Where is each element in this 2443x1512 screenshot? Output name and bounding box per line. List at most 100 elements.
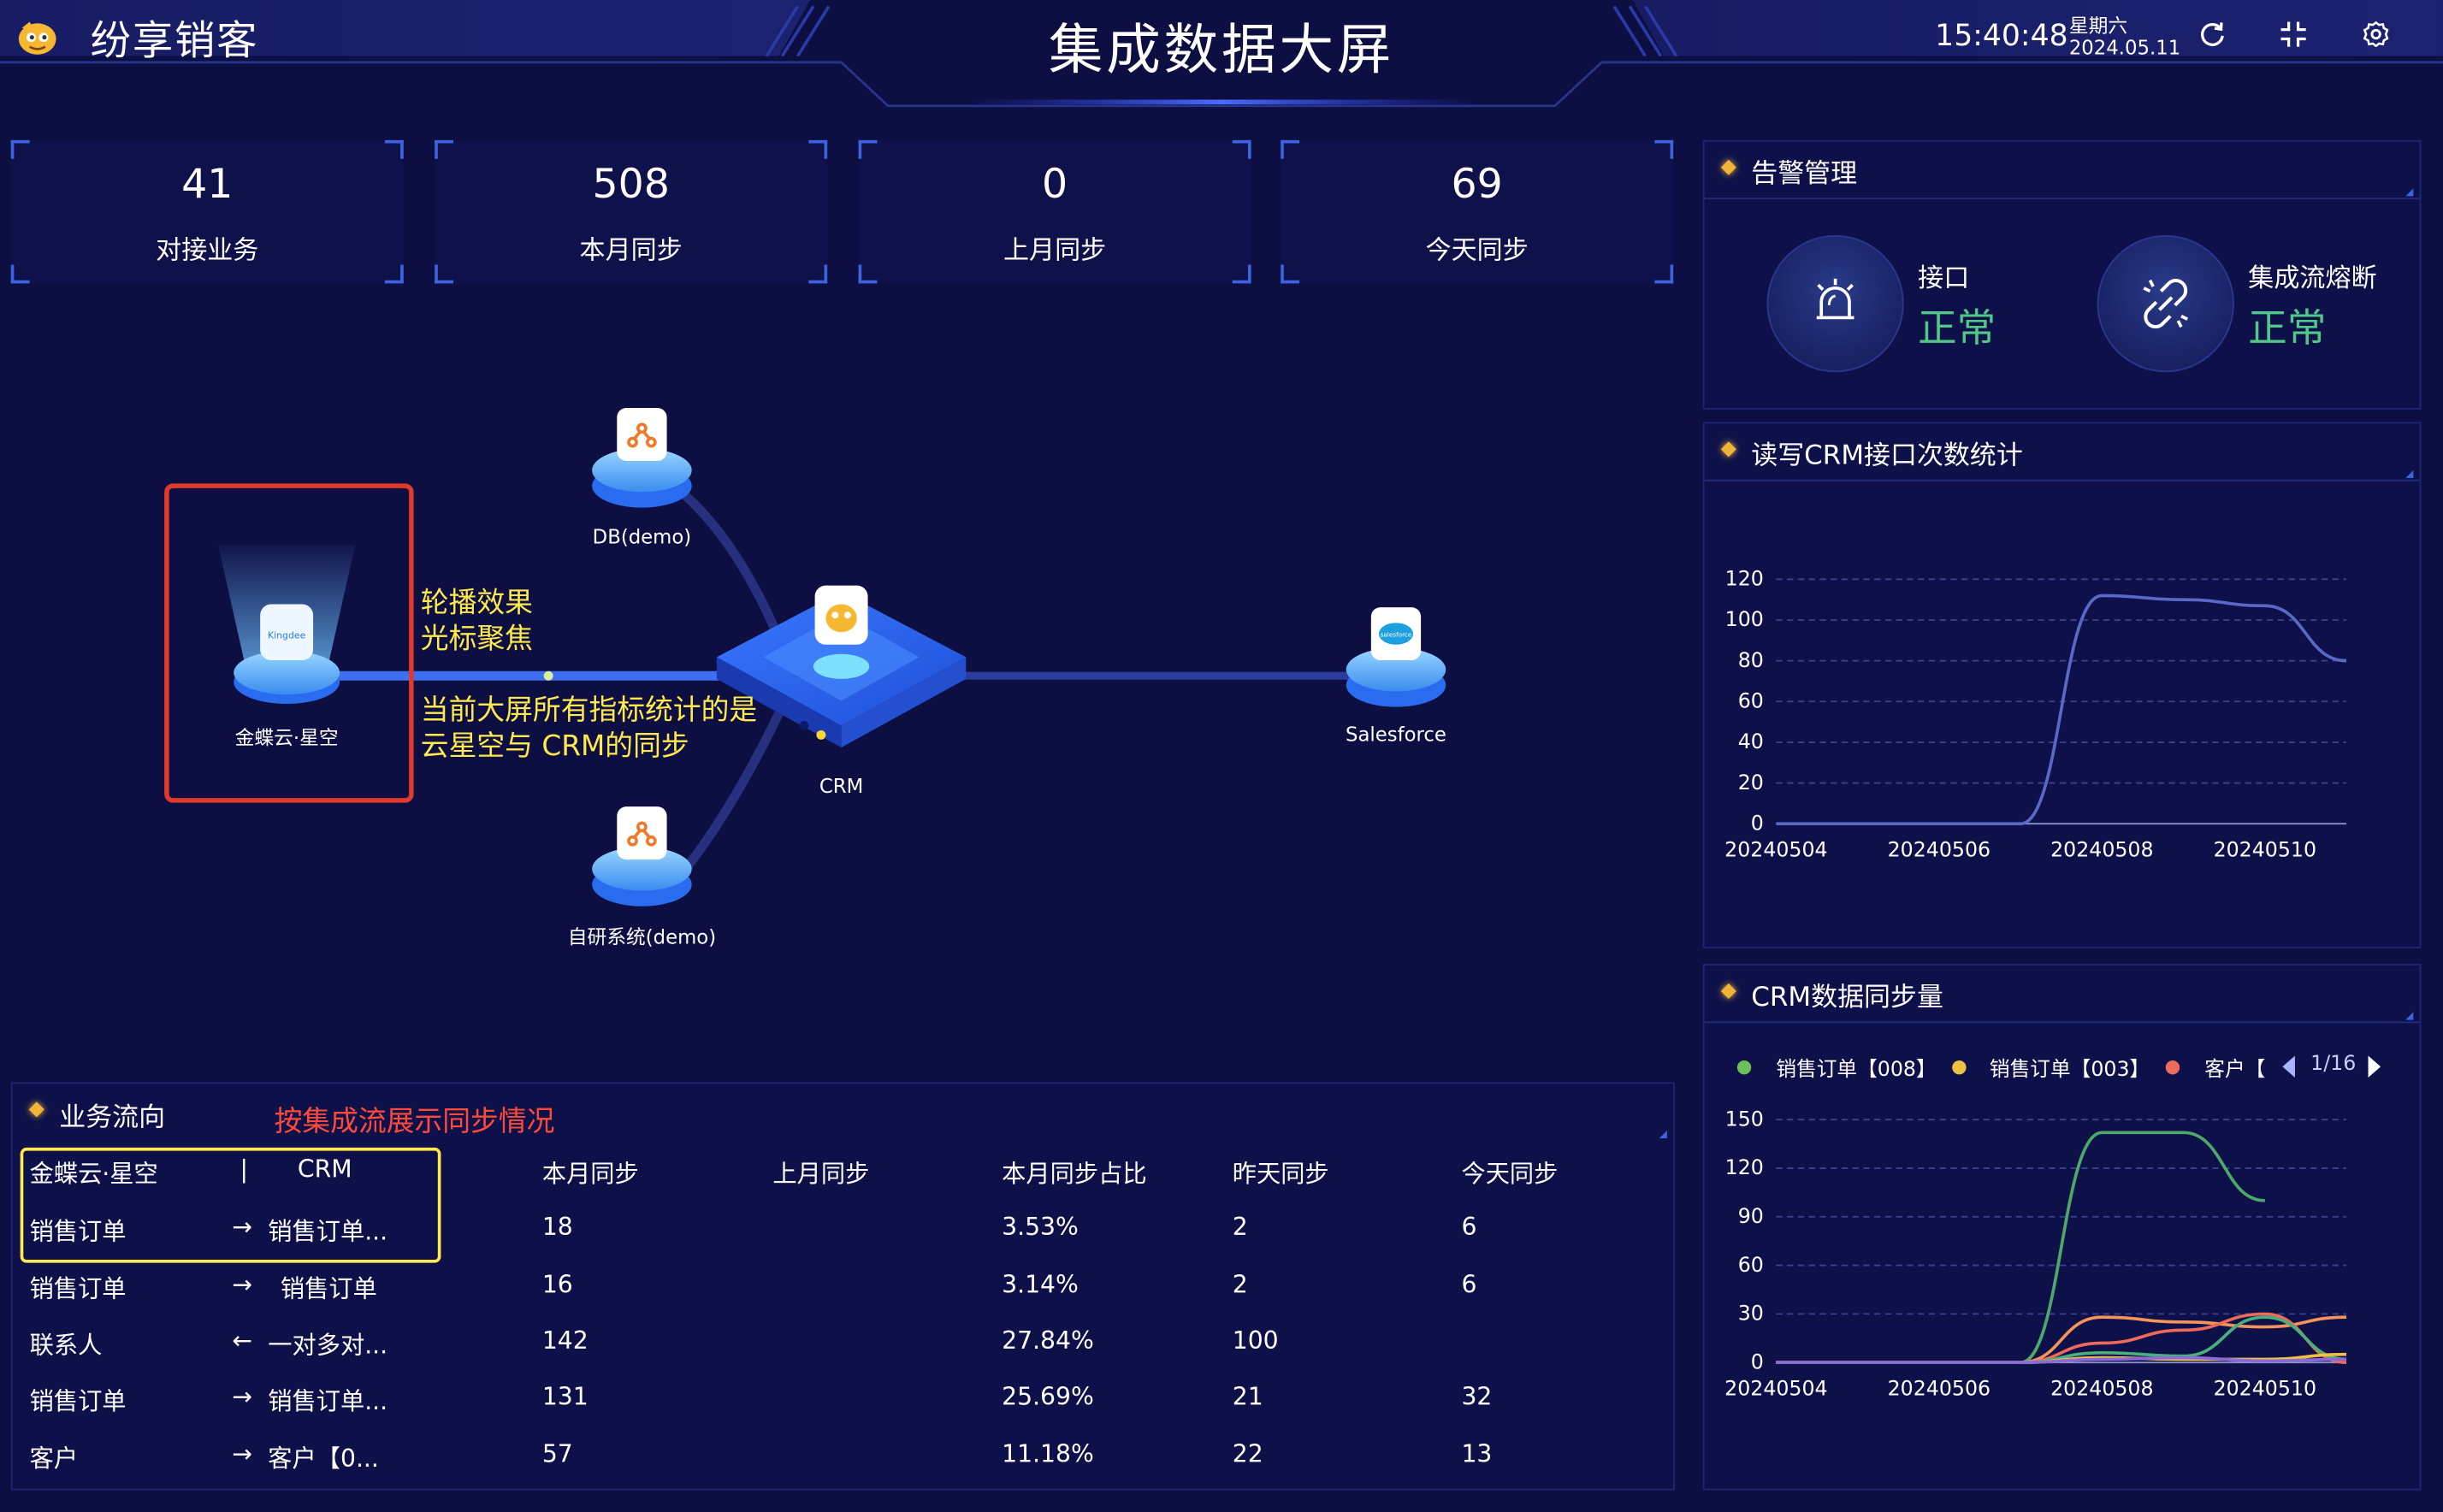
header-highlight-box	[20, 1147, 441, 1263]
row-direction: ←	[232, 1326, 253, 1355]
table-row[interactable]: 销售订单 → 销售订单... 131 25.69% 21 32	[13, 1383, 1674, 1430]
y-tick-label: 120	[1725, 1155, 1764, 1179]
crm-node-label: CRM	[819, 773, 864, 798]
row-month-sync: 131	[541, 1382, 589, 1411]
source-node-kingdee[interactable]: Kingdee	[217, 545, 356, 705]
stat-value: 69	[1451, 162, 1503, 209]
col-header-month-ratio: 本月同步占比	[1002, 1160, 1147, 1189]
row-today: 13	[1461, 1440, 1493, 1469]
link-db-crm	[666, 479, 784, 641]
fullscreen-exit-icon[interactable]	[2278, 19, 2309, 50]
row-ratio: 3.53%	[1002, 1213, 1079, 1242]
y-tick-label: 0	[1751, 811, 1764, 835]
row-month-sync: 18	[541, 1213, 573, 1242]
row-yesterday: 21	[1232, 1382, 1263, 1411]
x-tick-label: 20240504	[1724, 837, 1827, 861]
annotation-scope: 当前大屏所有指标统计的是 云星空与 CRM的同步	[420, 694, 758, 764]
y-tick-label: 60	[1738, 1253, 1764, 1277]
col-header-month-sync: 本月同步	[541, 1160, 639, 1189]
clock-time: 15:40:48	[1935, 18, 2068, 53]
x-tick-label: 20240510	[2214, 837, 2316, 861]
y-tick-label: 0	[1751, 1350, 1764, 1373]
db-node-label: DB(demo)	[592, 524, 692, 548]
business-flow-title: 业务流向	[59, 1102, 166, 1134]
y-tick-label: 60	[1738, 689, 1764, 713]
stat-card-month-sync: 508 本月同步	[435, 139, 828, 284]
business-flow-panel: 业务流向 按集成流展示同步情况 金蝶云·星空 | CRM 本月同步 上月同步 本…	[10, 1082, 1676, 1491]
svg-text:Kingdee: Kingdee	[268, 630, 306, 641]
series-line-0[interactable]	[1776, 1131, 2265, 1365]
salesforce-node-label: Salesforce	[1346, 722, 1446, 747]
settings-icon[interactable]	[2360, 19, 2391, 50]
row-today: 6	[1461, 1270, 1477, 1299]
interface-status: 正常	[1918, 304, 1996, 351]
row-ratio: 25.69%	[1002, 1382, 1094, 1411]
stat-card-today-sync: 69 今天同步	[1281, 139, 1674, 284]
inhouse-node-label: 自研系统(demo)	[567, 924, 717, 948]
circuit-breaker-status: 正常	[2248, 304, 2327, 351]
y-tick-label: 120	[1725, 567, 1764, 591]
row-today: 32	[1461, 1382, 1493, 1411]
interface-name: 接口	[1918, 263, 1970, 293]
row-yesterday: 2	[1232, 1270, 1248, 1299]
row-ratio: 11.18%	[1002, 1440, 1094, 1469]
db-node[interactable]	[592, 408, 692, 508]
col-header-today-sync: 今天同步	[1461, 1160, 1559, 1189]
series-line-0[interactable]	[1776, 594, 2347, 826]
table-row[interactable]: 销售订单 → 销售订单 16 3.14% 2 6	[13, 1271, 1674, 1318]
stat-label: 今天同步	[1425, 234, 1529, 265]
alarm-bell-icon	[1816, 278, 1854, 320]
col-header-yesterday-sync: 昨天同步	[1232, 1160, 1329, 1189]
inhouse-node[interactable]	[592, 806, 692, 907]
row-target: 客户【0...	[268, 1444, 379, 1474]
interface-status-badge[interactable]	[1766, 234, 1904, 373]
row-target: 销售订单	[280, 1275, 377, 1304]
x-tick-label: 20240506	[1888, 1376, 1990, 1400]
salesforce-node[interactable]: salesforce	[1346, 607, 1446, 707]
alarm-title: 告警管理	[1751, 158, 1858, 191]
circuit-breaker-status-badge[interactable]	[2097, 234, 2234, 373]
stat-card-last-month-sync: 0 上月同步	[858, 139, 1251, 284]
header-bar: 纷享销客 集成数据大屏 15:40:48 星期六 2024.05.11	[0, 0, 2443, 112]
row-direction: →	[232, 1382, 253, 1411]
x-tick-label: 20240508	[2050, 1376, 2153, 1400]
y-tick-label: 30	[1738, 1302, 1764, 1326]
row-direction: →	[232, 1440, 253, 1469]
y-tick-label: 100	[1725, 607, 1764, 631]
row-direction: →	[232, 1270, 253, 1299]
row-target: 销售订单...	[268, 1387, 388, 1416]
row-ratio: 27.84%	[1002, 1326, 1094, 1355]
x-tick-label: 20240506	[1888, 837, 1990, 861]
table-row[interactable]: 联系人 ← 一对多对... 142 27.84% 100	[13, 1326, 1674, 1373]
row-source: 销售订单	[29, 1387, 127, 1416]
row-today: 6	[1461, 1213, 1477, 1242]
svg-text:salesforce: salesforce	[1381, 631, 1412, 639]
y-tick-label: 40	[1738, 729, 1764, 753]
date-label: 2024.05.11	[2068, 35, 2181, 60]
series-line-1[interactable]	[1776, 1315, 2347, 1365]
circuit-breaker-name: 集成流熔断	[2248, 263, 2377, 293]
annotation-carousel: 轮播效果 光标聚焦	[420, 587, 533, 656]
x-tick-label: 20240504	[1724, 1376, 1827, 1400]
business-flow-note: 按集成流展示同步情况	[274, 1105, 555, 1139]
crm-sync-chart: 0 30 60 90 120 150 20240504 20240506 20240508 202…	[1724, 1107, 2347, 1400]
x-tick-label: 20240508	[2050, 837, 2153, 861]
col-header-last-month-sync: 上月同步	[772, 1160, 870, 1189]
row-ratio: 3.14%	[1002, 1270, 1079, 1299]
crm-sync-panel: CRM数据同步量 销售订单【008】 销售订单【003】 客户【 1/16 03…	[1702, 964, 2422, 1491]
stat-value: 508	[592, 162, 670, 209]
crm-calls-panel: 读写CRM接口次数统计 0 20 40 60 80 100 120 20240504 20240…	[1702, 422, 2422, 948]
stat-card-integrations: 41 对接业务	[10, 139, 404, 284]
y-tick-label: 90	[1738, 1204, 1764, 1228]
table-row[interactable]: 客户 → 客户【0... 57 11.18% 22 13	[13, 1440, 1674, 1487]
row-yesterday: 22	[1232, 1440, 1263, 1469]
row-source: 联系人	[29, 1331, 103, 1360]
refresh-icon[interactable]	[2197, 19, 2227, 50]
stat-label: 对接业务	[156, 234, 259, 265]
row-month-sync: 142	[541, 1326, 589, 1355]
broken-link-icon	[2143, 279, 2189, 329]
row-source: 客户	[29, 1444, 79, 1474]
flow-pulse-dot	[543, 670, 553, 681]
row-source: 销售订单	[29, 1275, 127, 1304]
y-tick-label: 150	[1725, 1107, 1764, 1131]
